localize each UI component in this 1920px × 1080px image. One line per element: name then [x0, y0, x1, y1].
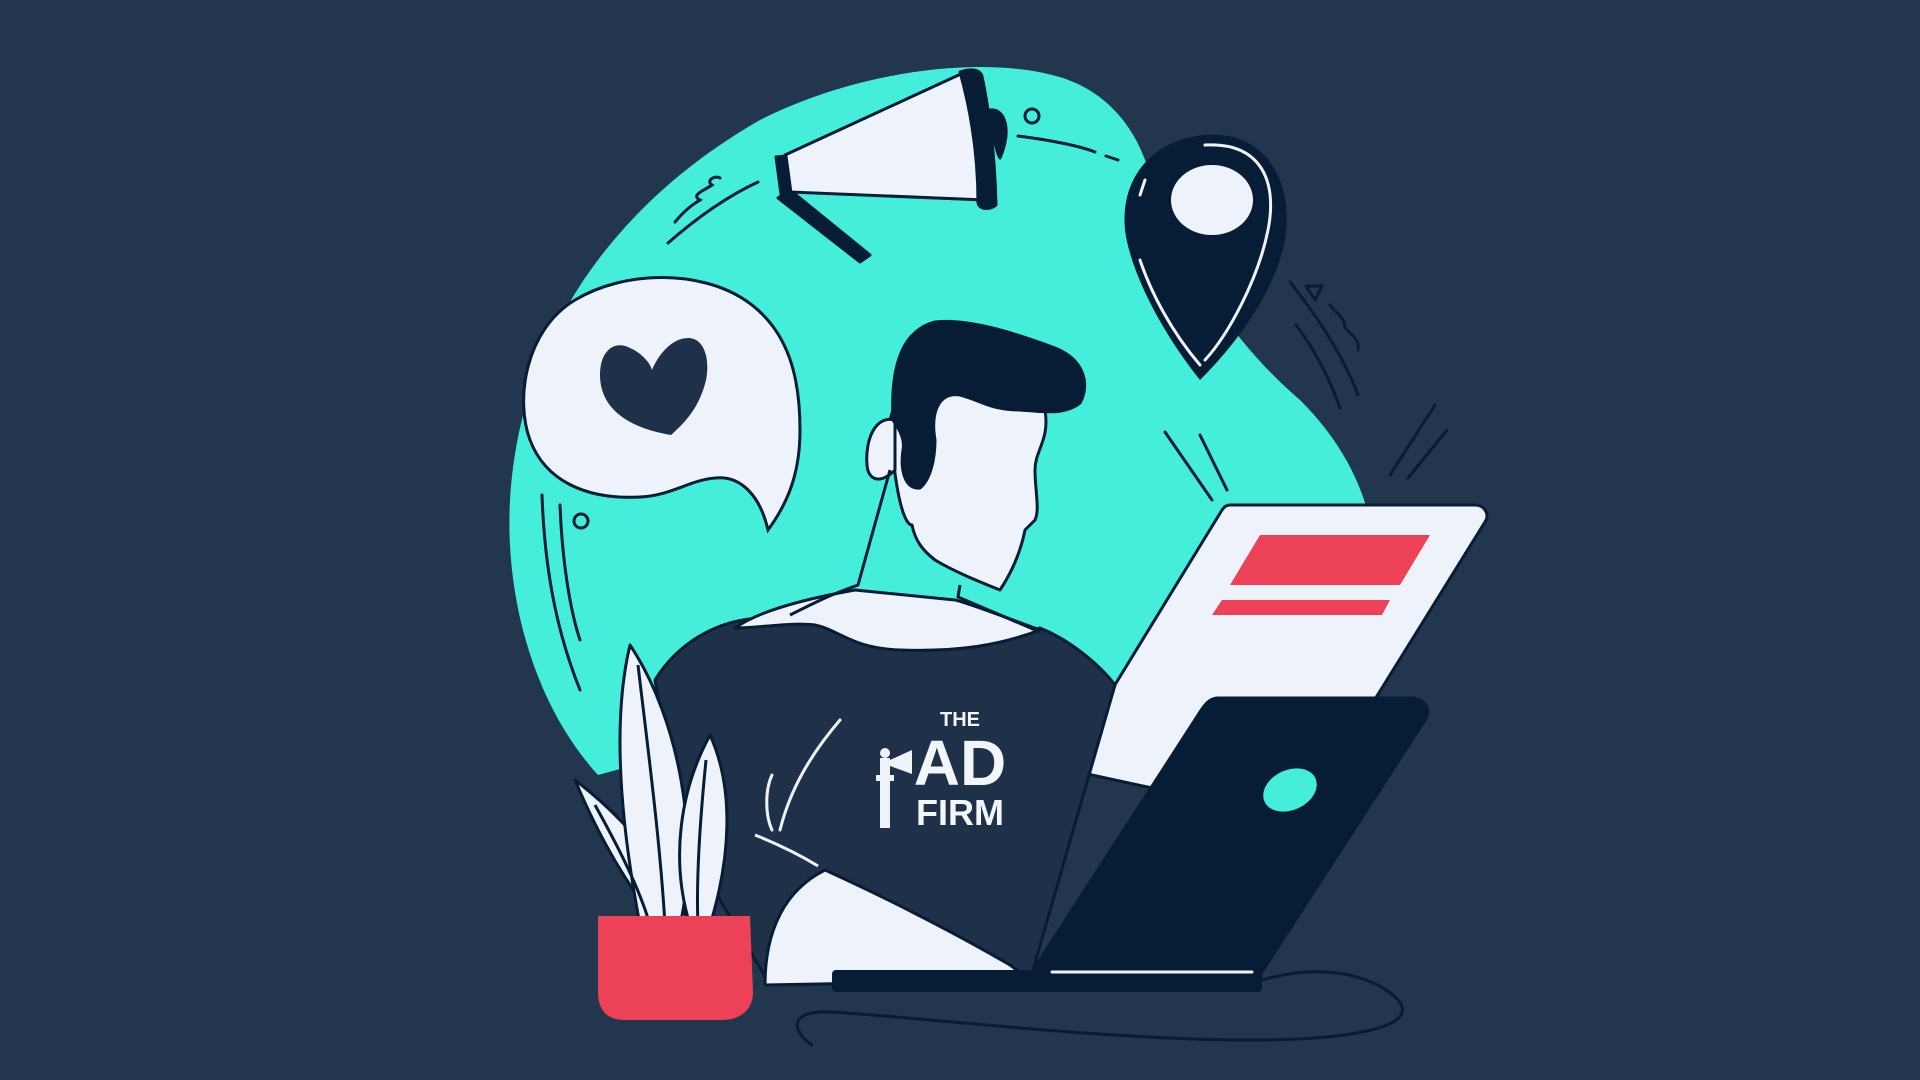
screen-bar-top	[1230, 535, 1430, 585]
ad-firm-illustration: THE AD FIRM	[0, 0, 1920, 1080]
screen-bar-bottom	[1212, 600, 1390, 615]
logo-line-ad: AD	[914, 727, 1006, 799]
plant-pot	[598, 916, 753, 1020]
logo-line-firm: FIRM	[916, 792, 1004, 833]
